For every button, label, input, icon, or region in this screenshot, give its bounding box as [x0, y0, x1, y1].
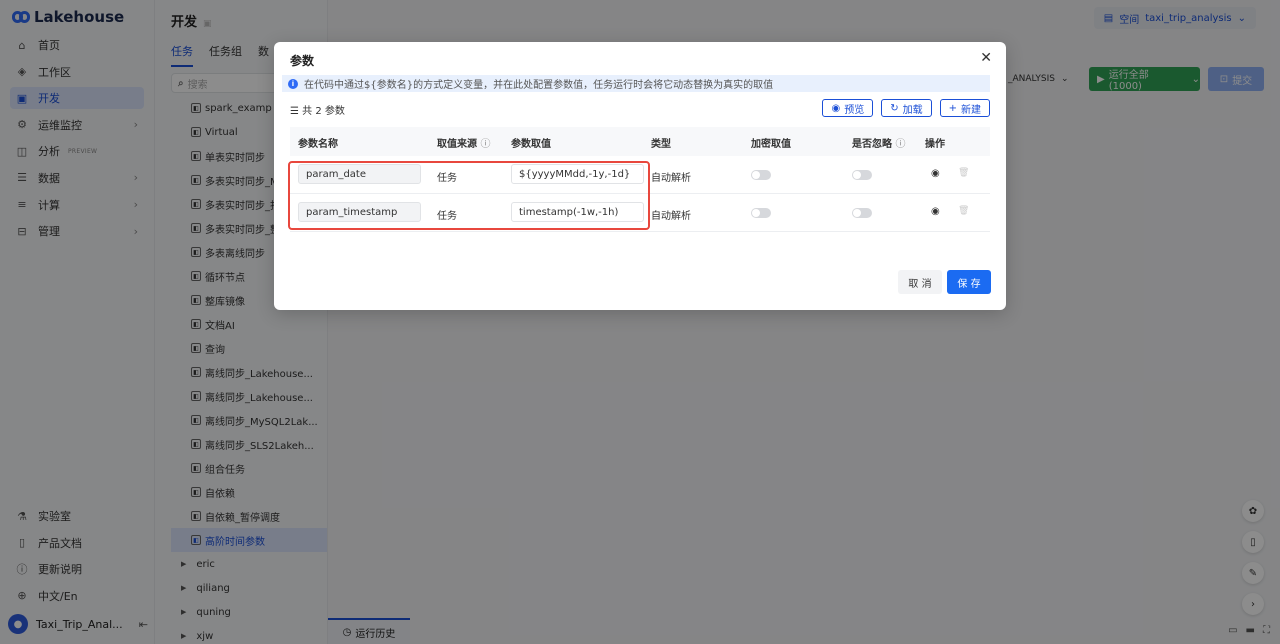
- encrypt-toggle[interactable]: [751, 208, 771, 218]
- info-icon: i: [288, 78, 298, 89]
- dialog-title: 参数: [290, 54, 315, 68]
- plus-icon: +: [948, 102, 957, 114]
- param-count: ☰ 共 2 参数: [290, 106, 345, 117]
- eye-icon[interactable]: ◉: [931, 206, 940, 217]
- help-icon: ⓘ: [480, 139, 491, 150]
- table-header: 参数名称 取值来源 ⓘ 参数取值 类型 加密取值 是否忽略 ⓘ 操作: [290, 127, 990, 156]
- encrypt-toggle[interactable]: [751, 170, 771, 180]
- load-button[interactable]: ↻ 加载: [881, 99, 932, 117]
- col-source: 取值来源 ⓘ: [437, 139, 491, 150]
- ignore-toggle[interactable]: [852, 170, 872, 180]
- info-banner: i 在代码中通过${参数名}的方式定义变量，并在此处配置参数值，任务运行时会将它…: [282, 75, 990, 92]
- close-icon[interactable]: ✕: [980, 50, 992, 66]
- col-ignore: 是否忽略 ⓘ: [852, 139, 906, 150]
- col-param-name: 参数名称: [298, 139, 338, 150]
- new-button[interactable]: + 新建: [939, 99, 990, 117]
- param-type: 自动解析: [651, 173, 691, 184]
- trash-icon[interactable]: 🗑: [958, 206, 969, 216]
- trash-icon[interactable]: 🗑: [958, 168, 969, 178]
- col-type: 类型: [651, 139, 671, 150]
- preview-button[interactable]: ◉ 预览: [822, 99, 874, 117]
- parameters-dialog: 参数 ✕ i 在代码中通过${参数名}的方式定义变量，并在此处配置参数值，任务运…: [274, 42, 1006, 310]
- param-type: 自动解析: [651, 211, 691, 222]
- param-actions: ◉ 预览 ↻ 加载 + 新建: [822, 99, 990, 117]
- help-icon: ⓘ: [895, 139, 906, 150]
- highlight-box: [288, 161, 650, 230]
- refresh-icon: ↻: [890, 102, 899, 114]
- col-actions: 操作: [925, 139, 945, 150]
- col-encrypted: 加密取值: [751, 139, 791, 150]
- ignore-toggle[interactable]: [852, 208, 872, 218]
- list-icon: ☰: [290, 106, 303, 117]
- save-button[interactable]: 保 存: [947, 270, 991, 294]
- cancel-button[interactable]: 取 消: [898, 270, 942, 294]
- eye-icon[interactable]: ◉: [931, 168, 940, 179]
- col-param-value: 参数取值: [511, 139, 551, 150]
- eye-icon: ◉: [831, 102, 841, 114]
